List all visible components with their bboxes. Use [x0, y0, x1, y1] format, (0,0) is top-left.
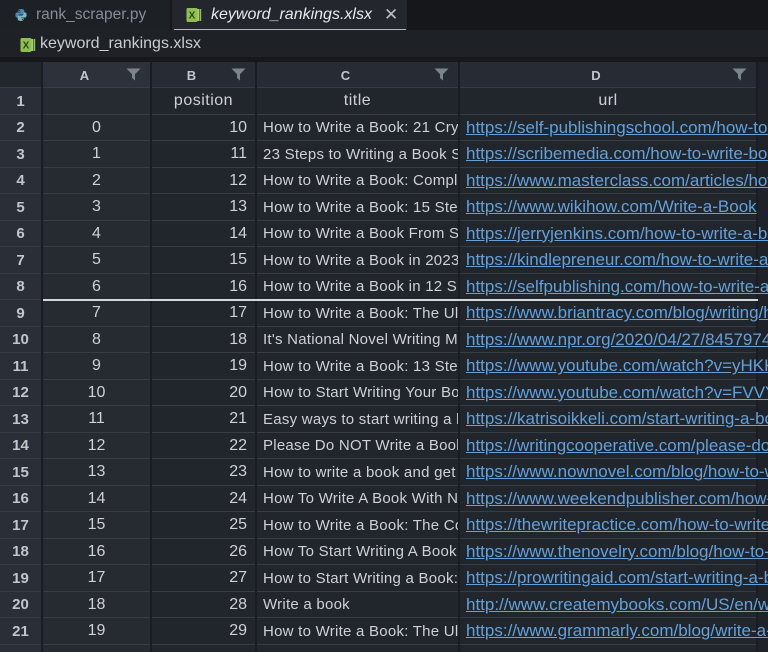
svg-text:X: X — [23, 41, 30, 52]
svg-text:X: X — [189, 11, 196, 22]
